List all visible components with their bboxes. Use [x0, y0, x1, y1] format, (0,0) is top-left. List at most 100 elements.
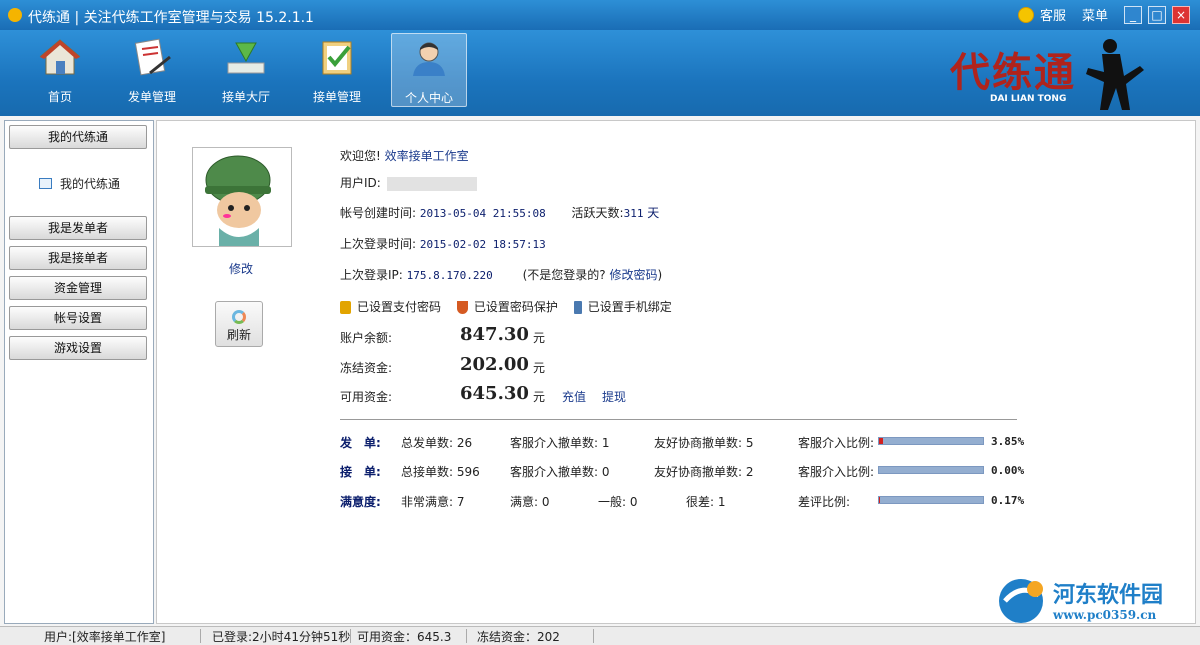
soldier-avatar-icon: [205, 155, 271, 246]
stats-post-ratio-value: 3.85%: [991, 435, 1025, 448]
tool-order-hall[interactable]: 接单大厅: [208, 33, 284, 107]
created-label: 帐号创建时间:: [340, 206, 417, 220]
balance-unit: 元: [533, 331, 546, 345]
maximize-button[interactable]: □: [1148, 5, 1166, 24]
available-label: 可用资金:: [340, 390, 393, 404]
stats-take-total: 总接单数: 596: [401, 465, 480, 479]
tool-personal-center[interactable]: 个人中心: [391, 33, 467, 107]
last-ip-value: 175.8.170.220: [406, 269, 493, 282]
menu-link[interactable]: 菜单: [1082, 5, 1108, 24]
available-unit: 元: [533, 390, 546, 404]
stats-post-ratio-fill: [879, 438, 883, 444]
status-logged-in: 已登录:2小时41分钟51秒: [212, 630, 351, 644]
download-arrow-icon: [227, 42, 265, 74]
security-phone-bind: 已设置手机绑定: [587, 300, 672, 314]
user-id-line: 用户ID:: [340, 174, 477, 191]
sidebar-header-my-dailiantong[interactable]: 我的代练通: [9, 125, 147, 149]
day-unit: 天: [647, 206, 660, 220]
sidebar: 我的代练通 我的代练通 我是发单者 我是接单者 资金管理 帐号设置 游戏设置: [4, 120, 154, 624]
created-line: 帐号创建时间: 2013-05-04 21:55:08 活跃天数:311 天: [340, 204, 659, 221]
tool-personal-center-label: 个人中心: [404, 91, 453, 105]
clipboard-check-icon: [322, 41, 352, 75]
sidebar-item-account[interactable]: 帐号设置: [9, 306, 147, 330]
available-value: 645.30: [460, 383, 529, 404]
tool-home-label: 首页: [47, 90, 72, 104]
stats-take-head: 接 单:: [340, 465, 381, 479]
withdraw-link[interactable]: 提现: [602, 388, 626, 405]
service-link[interactable]: 客服: [1040, 5, 1066, 24]
edit-avatar-link[interactable]: 修改: [229, 260, 253, 277]
stats-post-cs-cancel: 客服介入撤单数: 1: [510, 436, 610, 450]
stats-take-cs-cancel: 客服介入撤单数: 0: [510, 465, 610, 479]
stats-bad-ratio-value: 0.17%: [991, 494, 1025, 507]
app-icon: [8, 8, 22, 22]
tool-manage-orders-label: 接单管理: [312, 90, 361, 104]
phone-icon: [573, 301, 582, 314]
status-frozen: 冻结资金：202: [477, 630, 560, 644]
frozen-line: 冻结资金: 202.00 元: [340, 354, 640, 379]
main-toolbar: 首页 发单管理 接单大厅 接单管理 个人中心 代练通 DAI LIAN TONG: [0, 30, 1200, 116]
stats-poor: 很差: 1: [686, 495, 726, 509]
created-value: 2013-05-04 21:55:08: [419, 207, 546, 220]
title-controls: 客服 菜单 _ □ ×: [1017, 5, 1190, 24]
change-password-link[interactable]: 修改密码: [609, 268, 657, 282]
welcome-label: 欢迎您!: [340, 149, 381, 163]
logo-subtext: DAI LIAN TONG: [990, 94, 1067, 104]
stats-post-ratio-bar: [878, 437, 984, 445]
not-you-close: ): [657, 268, 663, 282]
logo-text: 代练通: [950, 49, 1076, 96]
status-bar: 用户:[效率接单工作室] 已登录:2小时41分钟51秒 可用资金：645.3 冻…: [0, 626, 1200, 645]
sidebar-item-my-dailiantong[interactable]: 我的代练通: [39, 175, 120, 192]
watermark-url: www.pc0359.cn: [1053, 608, 1157, 622]
studio-name: 效率接单工作室: [384, 149, 469, 163]
stats-satisfaction-head: 满意度:: [340, 495, 381, 509]
not-you-text: (不是您登录的?: [522, 268, 606, 282]
recharge-link[interactable]: 充值: [562, 388, 586, 405]
frozen-unit: 元: [533, 361, 546, 375]
sidebar-item-funds[interactable]: 资金管理: [9, 276, 147, 300]
last-login-value: 2015-02-02 18:57:13: [419, 238, 546, 251]
tool-manage-orders[interactable]: 接单管理: [299, 33, 375, 107]
frozen-label: 冻结资金:: [340, 361, 393, 375]
tool-home[interactable]: 首页: [22, 33, 98, 107]
sidebar-item-taker[interactable]: 我是接单者: [9, 246, 147, 270]
watermark-title: 河东软件园: [1053, 583, 1164, 608]
refresh-icon: [232, 310, 246, 324]
last-ip-line: 上次登录IP: 175.8.170.220 (不是您登录的? 修改密码): [340, 266, 662, 283]
sidebar-item-games[interactable]: 游戏设置: [9, 336, 147, 360]
frozen-value: 202.00: [460, 354, 529, 375]
stats-post-friendly-cancel: 友好协商撤单数: 5: [654, 436, 754, 450]
refresh-button[interactable]: 刷新: [215, 301, 263, 347]
stats-take-ratio-bar: [878, 466, 984, 474]
last-login-line: 上次登录时间: 2015-02-02 18:57:13: [340, 235, 546, 252]
balance-label: 账户余额:: [340, 331, 393, 345]
stats-take-ratio-label: 客服介入比例:: [798, 465, 875, 479]
tool-post-orders[interactable]: 发单管理: [114, 33, 190, 107]
refresh-label: 刷新: [226, 328, 251, 342]
status-separator: [593, 629, 594, 643]
stats-bad-ratio-label: 差评比例:: [798, 495, 851, 509]
stats-take-friendly-cancel: 友好协商撤单数: 2: [654, 465, 754, 479]
user-id-label: 用户ID:: [340, 176, 381, 190]
fighter-silhouette-icon: [1086, 39, 1144, 110]
stats-post-total: 总发单数: 26: [401, 436, 473, 450]
stats-very-satisfied: 非常满意: 7: [401, 495, 465, 509]
sidebar-item-poster[interactable]: 我是发单者: [9, 216, 147, 240]
minimize-button[interactable]: _: [1124, 5, 1142, 24]
page-icon: [39, 178, 52, 189]
app-logo: 代练通 DAI LIAN TONG: [930, 34, 1160, 114]
tool-order-hall-label: 接单大厅: [221, 90, 270, 104]
active-days-label: 活跃天数:: [571, 206, 624, 220]
last-login-label: 上次登录时间:: [340, 237, 417, 251]
status-user: 用户:[效率接单工作室]: [44, 630, 166, 644]
available-line: 可用资金: 645.30 元 充值 提现: [340, 383, 660, 408]
smile-icon[interactable]: [1017, 6, 1034, 23]
status-separator: [350, 629, 351, 643]
tool-post-orders-label: 发单管理: [127, 90, 176, 104]
active-days-value: 311: [623, 207, 644, 220]
stats-satisfied: 满意: 0: [510, 495, 550, 509]
close-button[interactable]: ×: [1172, 5, 1190, 24]
main-panel: 修改 刷新 欢迎您! 效率接单工作室 用户ID: 帐号创建时间: 2013-05…: [156, 120, 1196, 624]
stats-post-head: 发 单:: [340, 436, 381, 450]
stats-take-ratio-value: 0.00%: [991, 464, 1025, 477]
